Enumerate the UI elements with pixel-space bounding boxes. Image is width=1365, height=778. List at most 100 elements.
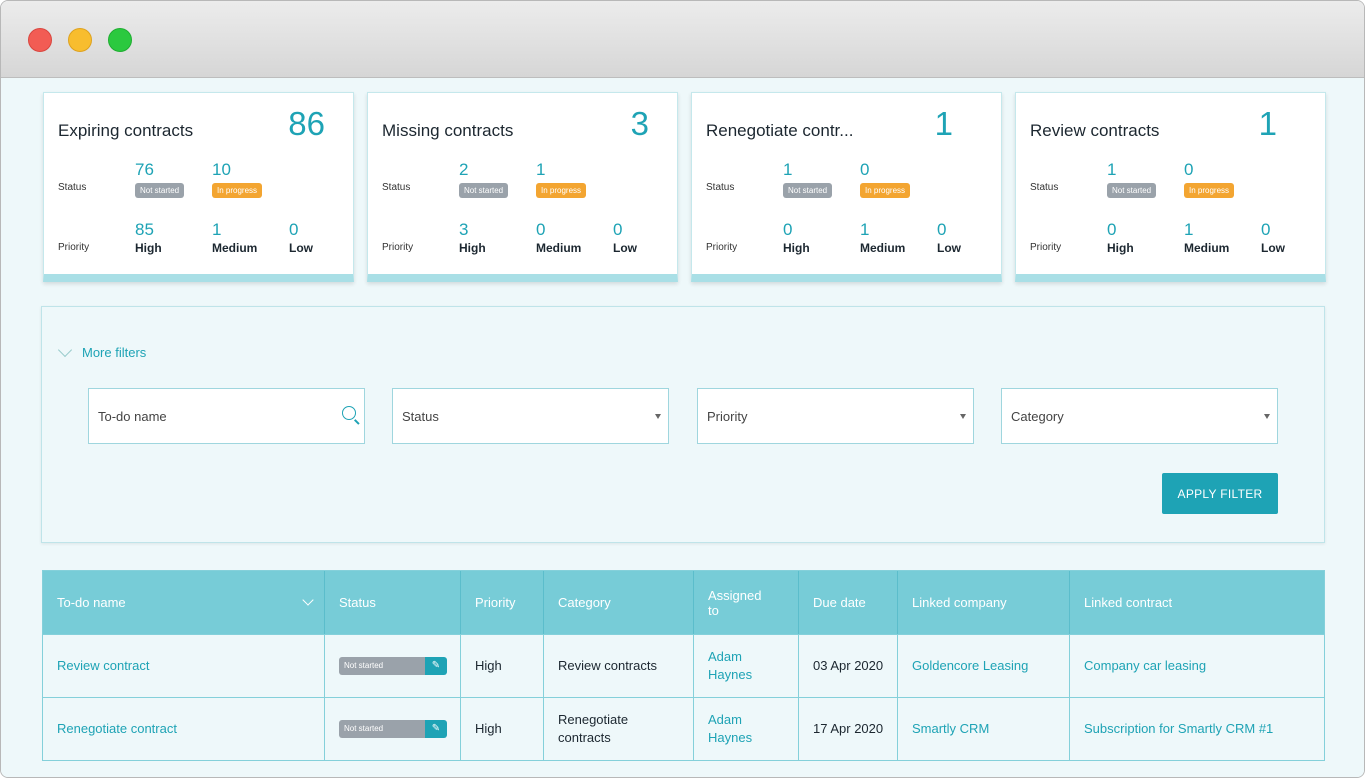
- linked-contract-link[interactable]: Subscription for Smartly CRM #1: [1070, 698, 1324, 760]
- priority-cell: High: [461, 698, 544, 760]
- column-header-status[interactable]: Status: [325, 571, 461, 634]
- summary-card-review[interactable]: Review contracts 1 Status 1 Not started …: [1015, 92, 1326, 282]
- minimize-window-button[interactable]: [68, 28, 92, 52]
- stat-in-progress[interactable]: 1 In progress: [536, 160, 587, 198]
- table-row[interactable]: Review contract Not started ✎ High Revie…: [43, 634, 1324, 697]
- dropdown-caret-icon: [960, 414, 966, 419]
- search-icon[interactable]: [342, 406, 356, 420]
- card-title: Renegotiate contr...: [706, 121, 854, 140]
- todo-name-link[interactable]: Renegotiate contract: [43, 698, 325, 760]
- status-cell: Not started ✎: [325, 698, 461, 760]
- priority-select[interactable]: Priority: [697, 388, 974, 444]
- stat-high[interactable]: 3 High: [459, 220, 486, 255]
- card-count: 3: [630, 105, 649, 142]
- high-label: High: [135, 241, 162, 255]
- status-select[interactable]: Status: [392, 388, 669, 444]
- edit-pencil-icon[interactable]: ✎: [425, 657, 447, 675]
- status-row-label: Status: [382, 182, 411, 193]
- in-progress-count: 1: [536, 160, 546, 179]
- low-count: 0: [613, 220, 623, 239]
- card-count: 1: [934, 105, 953, 142]
- stat-low[interactable]: 0 Low: [937, 220, 961, 255]
- stat-high[interactable]: 85 High: [135, 220, 162, 255]
- in-progress-badge: In progress: [536, 183, 587, 198]
- table-row[interactable]: Renegotiate contract Not started ✎ High …: [43, 697, 1324, 760]
- high-count: 85: [135, 220, 154, 239]
- stat-not-started[interactable]: 2 Not started: [459, 160, 509, 198]
- sort-chevron-icon[interactable]: [302, 594, 314, 606]
- stat-low[interactable]: 0 Low: [289, 220, 313, 255]
- stat-low[interactable]: 0 Low: [613, 220, 637, 255]
- column-header-category[interactable]: Category: [544, 571, 694, 634]
- stat-medium[interactable]: 0 Medium: [536, 220, 581, 255]
- category-select-placeholder: Category: [1011, 408, 1064, 424]
- linked-company-link[interactable]: Goldencore Leasing: [898, 635, 1070, 697]
- status-row-label: Status: [1030, 182, 1059, 193]
- dropdown-caret-icon: [655, 414, 661, 419]
- priority-row-label: Priority: [382, 242, 414, 253]
- medium-label: Medium: [1184, 241, 1230, 255]
- summary-card-missing[interactable]: Missing contracts 3 Status 2 Not started…: [367, 92, 678, 282]
- not-started-badge: Not started: [1107, 183, 1157, 198]
- not-started-badge: Not started: [135, 183, 185, 198]
- not-started-badge: Not started: [783, 183, 833, 198]
- card-count: 1: [1258, 105, 1277, 142]
- column-header-linked-company[interactable]: Linked company: [898, 571, 1070, 634]
- card-title: Review contracts: [1030, 121, 1160, 140]
- status-pill[interactable]: Not started ✎: [339, 657, 447, 675]
- column-header-label: To-do name: [57, 595, 126, 610]
- medium-count: 1: [1184, 220, 1194, 239]
- stat-low[interactable]: 0 Low: [1261, 220, 1285, 255]
- column-header-due-date[interactable]: Due date: [799, 571, 898, 634]
- stat-medium[interactable]: 1 Medium: [212, 220, 257, 255]
- stat-in-progress[interactable]: 0 In progress: [860, 160, 911, 198]
- stat-in-progress[interactable]: 10 In progress: [212, 160, 263, 198]
- dropdown-caret-icon: [1264, 414, 1270, 419]
- todo-table: To-do name Status Priority Category Assi…: [42, 570, 1325, 761]
- apply-filter-button[interactable]: APPLY FILTER: [1162, 473, 1278, 514]
- column-header-todo-name[interactable]: To-do name: [43, 571, 325, 634]
- filter-panel: More filters To-do name Status Priority …: [41, 306, 1325, 543]
- column-header-priority[interactable]: Priority: [461, 571, 544, 634]
- category-cell: Renegotiate contracts: [544, 698, 694, 760]
- close-window-button[interactable]: [28, 28, 52, 52]
- stat-high[interactable]: 0 High: [783, 220, 810, 255]
- summary-card-expiring[interactable]: Expiring contracts 86 Status 76 Not star…: [43, 92, 354, 282]
- in-progress-badge: In progress: [212, 183, 263, 198]
- category-cell: Review contracts: [544, 635, 694, 697]
- assigned-to-link[interactable]: Adam Haynes: [694, 698, 799, 760]
- not-started-count: 1: [783, 160, 793, 179]
- priority-select-placeholder: Priority: [707, 408, 748, 424]
- medium-label: Medium: [212, 241, 258, 255]
- linked-company-link[interactable]: Smartly CRM: [898, 698, 1070, 760]
- in-progress-badge: In progress: [860, 183, 911, 198]
- medium-label: Medium: [860, 241, 906, 255]
- assigned-to-link[interactable]: Adam Haynes: [694, 635, 799, 697]
- summary-card-renegotiate[interactable]: Renegotiate contr... 1 Status 1 Not star…: [691, 92, 1002, 282]
- edit-pencil-icon[interactable]: ✎: [425, 720, 447, 738]
- priority-cell: High: [461, 635, 544, 697]
- todo-name-link[interactable]: Review contract: [43, 635, 325, 697]
- status-pill[interactable]: Not started ✎: [339, 720, 447, 738]
- category-select[interactable]: Category: [1001, 388, 1278, 444]
- stat-not-started[interactable]: 1 Not started: [783, 160, 833, 198]
- not-started-count: 2: [459, 160, 469, 179]
- linked-contract-link[interactable]: Company car leasing: [1070, 635, 1324, 697]
- stat-not-started[interactable]: 76 Not started: [135, 160, 185, 198]
- priority-row-label: Priority: [706, 242, 738, 253]
- app-window: Expiring contracts 86 Status 76 Not star…: [0, 0, 1365, 778]
- column-header-linked-contract[interactable]: Linked contract: [1070, 571, 1324, 634]
- card-title: Expiring contracts: [58, 121, 194, 140]
- stat-medium[interactable]: 1 Medium: [860, 220, 905, 255]
- not-started-count: 76: [135, 160, 154, 179]
- stat-medium[interactable]: 1 Medium: [1184, 220, 1229, 255]
- column-header-assigned-to[interactable]: Assigned to: [694, 571, 799, 634]
- medium-count: 1: [860, 220, 870, 239]
- stat-not-started[interactable]: 1 Not started: [1107, 160, 1157, 198]
- stat-in-progress[interactable]: 0 In progress: [1184, 160, 1235, 198]
- status-cell: Not started ✎: [325, 635, 461, 697]
- more-filters-toggle[interactable]: More filters: [57, 342, 146, 360]
- todo-name-input[interactable]: To-do name: [88, 388, 365, 444]
- stat-high[interactable]: 0 High: [1107, 220, 1134, 255]
- maximize-window-button[interactable]: [108, 28, 132, 52]
